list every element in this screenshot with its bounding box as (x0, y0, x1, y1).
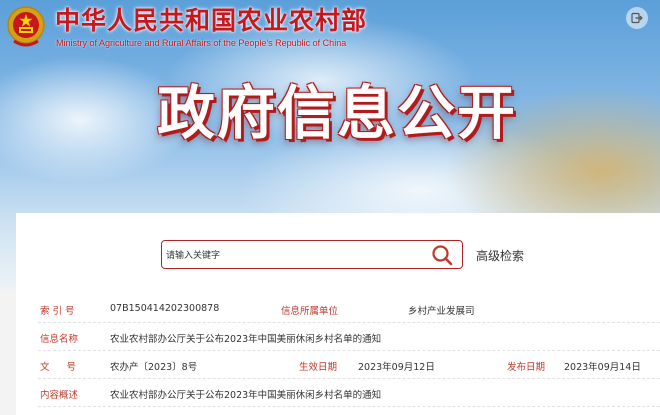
dept-label: 信息所属单位 (281, 306, 339, 317)
logout-button[interactable] (626, 7, 648, 29)
info-row-docno: 文 号 农办产〔2023〕8号 生效日期 2023年09月12日 发布日期 20… (38, 351, 660, 379)
advanced-search-link[interactable]: 高级检索 (476, 247, 524, 264)
page-title: 政府信息公开 (157, 79, 518, 147)
dept-value: 乡村产业发展司 (408, 306, 475, 317)
search-icon (432, 245, 453, 266)
summary-value: 农业农村部办公厅关于公布2023年中国美丽休闲乡村名单的通知 (110, 390, 382, 401)
info-row-name: 信息名称 农业农村部办公厅关于公布2023年中国美丽休闲乡村名单的通知 (38, 323, 660, 351)
doc-no-label: 文 号 (40, 362, 84, 373)
name-label: 信息名称 (40, 334, 79, 345)
publish-date-value: 2023年09月14日 (564, 362, 641, 373)
summary-label: 内容概述 (40, 390, 79, 401)
doc-no-value: 农办产〔2023〕8号 (110, 362, 198, 373)
logout-icon (631, 12, 643, 24)
publish-date-label: 发布日期 (507, 362, 546, 373)
index-no-label: 索 引 号 (40, 306, 75, 317)
info-row-index: 索 引 号 07B150414202300878 信息所属单位 乡村产业发展司 (38, 295, 660, 323)
search-input[interactable] (164, 246, 428, 266)
index-no-value: 07B150414202300878 (110, 303, 220, 314)
content-panel: 高级检索 索 引 号 07B150414202300878 信息所属单位 乡村产… (16, 213, 660, 415)
effective-date-label: 生效日期 (299, 362, 338, 373)
search-bar (161, 240, 463, 269)
effective-date-value: 2023年09月12日 (358, 362, 435, 373)
search-button[interactable] (431, 244, 453, 266)
info-table: 索 引 号 07B150414202300878 信息所属单位 乡村产业发展司 … (38, 295, 660, 407)
ministry-name-cn: 中华人民共和国农业农村部 (55, 6, 368, 35)
info-row-summary: 内容概述 农业农村部办公厅关于公布2023年中国美丽休闲乡村名单的通知 (38, 379, 660, 407)
name-value: 农业农村部办公厅关于公布2023年中国美丽休闲乡村名单的通知 (110, 334, 382, 345)
national-emblem-icon (6, 5, 46, 49)
ministry-name-en: Ministry of Agriculture and Rural Affair… (56, 38, 347, 48)
